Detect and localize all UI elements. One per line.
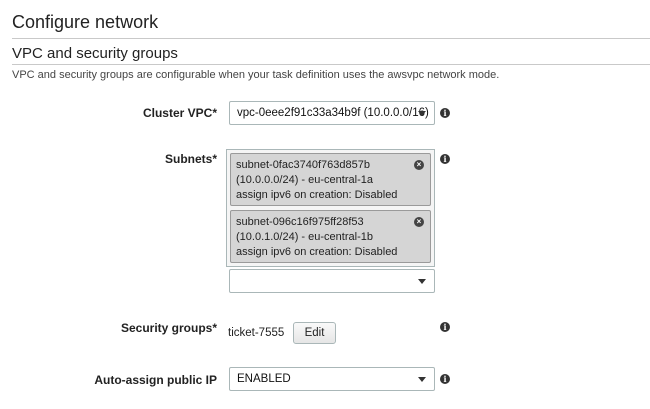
cluster-vpc-select[interactable]: vpc-0eee2f91c33a34b9f (10.0.0.0/16) (229, 101, 435, 125)
section-description: VPC and security groups are configurable… (12, 69, 500, 81)
auto-assign-ip-select[interactable]: ENABLED (229, 367, 435, 391)
section-divider (12, 64, 650, 65)
info-icon[interactable]: i (440, 322, 450, 332)
subnet-ipv6-setting: assign ipv6 on creation: Disabled (236, 189, 398, 201)
page-title: Configure network (12, 12, 159, 32)
security-groups-label: Security groups* (120, 321, 217, 335)
auto-assign-ip-label: Auto-assign public IP (94, 373, 217, 387)
subnet-id: subnet-096c16f975ff28f53 (236, 216, 364, 228)
cluster-vpc-value: vpc-0eee2f91c33a34b9f (10.0.0.0/16) (237, 107, 429, 119)
caret-down-icon (418, 377, 426, 382)
add-subnet-select[interactable] (229, 269, 435, 293)
remove-icon[interactable]: × (414, 217, 424, 227)
cluster-vpc-label: Cluster VPC* (142, 106, 217, 120)
subnet-chip: subnet-0fac3740f763d857b (10.0.0.0/24) -… (230, 153, 431, 206)
subnets-label: Subnets* (164, 152, 217, 166)
subnet-cidr-zone: (10.0.1.0/24) - eu-central-1b (236, 231, 373, 243)
subnet-cidr-zone: (10.0.0.0/24) - eu-central-1a (236, 174, 373, 186)
caret-down-icon (418, 111, 426, 116)
security-group-value: ticket-7555 (228, 327, 285, 339)
subnets-selection-box: subnet-0fac3740f763d857b (10.0.0.0/24) -… (226, 149, 435, 267)
auto-assign-ip-value: ENABLED (237, 373, 291, 385)
subnet-ipv6-setting: assign ipv6 on creation: Disabled (236, 246, 398, 258)
title-divider (12, 38, 650, 39)
caret-down-icon (418, 279, 426, 284)
info-icon[interactable]: i (440, 374, 450, 384)
subnet-id: subnet-0fac3740f763d857b (236, 159, 370, 171)
info-icon[interactable]: i (440, 154, 450, 164)
section-title: VPC and security groups (12, 45, 178, 62)
subnet-chip: subnet-096c16f975ff28f53 (10.0.1.0/24) -… (230, 210, 431, 263)
edit-security-groups-button[interactable]: Edit (293, 322, 336, 344)
remove-icon[interactable]: × (414, 160, 424, 170)
info-icon[interactable]: i (440, 108, 450, 118)
